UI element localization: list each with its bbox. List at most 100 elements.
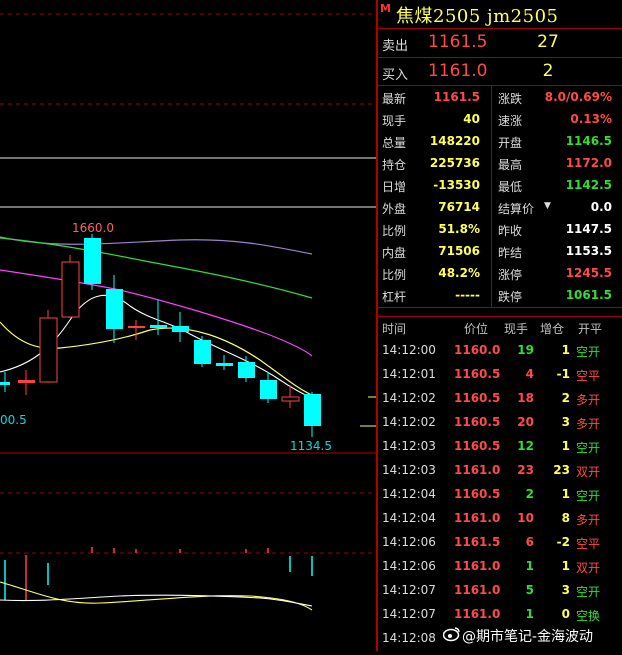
ask-label: 卖出 bbox=[382, 39, 409, 54]
kline-svg: 1660.0 1134.5 00.5 bbox=[0, 13, 376, 611]
ma-line-green bbox=[0, 237, 313, 299]
trade-time: 14:12:02 bbox=[382, 391, 436, 405]
candle bbox=[260, 380, 277, 399]
trade-oi-change: 23 bbox=[553, 463, 570, 477]
trade-oi-change: 1 bbox=[561, 439, 570, 453]
trade-row[interactable]: 14:12:07 1161.0 5 3 空开 bbox=[378, 583, 622, 607]
trade-time: 14:12:06 bbox=[382, 559, 436, 573]
trade-type: 空换 bbox=[576, 609, 601, 623]
trade-row[interactable]: 14:12:06 1161.5 6 -2 空平 bbox=[378, 535, 622, 559]
quote-value: 1142.5 bbox=[565, 178, 612, 192]
trade-volume: 23 bbox=[517, 463, 534, 477]
trade-type: 多开 bbox=[576, 393, 601, 407]
trade-price: 1161.0 bbox=[454, 607, 501, 621]
trade-row[interactable]: 14:12:03 1161.0 23 23 双开 bbox=[378, 463, 622, 487]
trade-row[interactable]: 14:12:04 1160.5 2 1 空开 bbox=[378, 487, 622, 511]
candle bbox=[61, 261, 80, 318]
quote-label: 总量 bbox=[382, 136, 407, 150]
quote-row: 日增 -13530 最低 1142.5 bbox=[378, 175, 622, 197]
candle bbox=[304, 394, 321, 426]
trade-time: 14:12:07 bbox=[382, 583, 436, 597]
trade-oi-change: 1 bbox=[561, 487, 570, 501]
quote-label: 最低 bbox=[498, 180, 523, 194]
quote-label: 外盘 bbox=[382, 202, 407, 216]
contract-title[interactable]: 焦煤2505 jm2505 bbox=[396, 2, 559, 28]
trade-volume: 1 bbox=[525, 607, 534, 621]
trade-oi-change: 3 bbox=[561, 583, 570, 597]
trade-type: 多开 bbox=[576, 417, 601, 431]
quote-row: 外盘 76714 结算价 0.0 ▼ bbox=[378, 197, 622, 219]
trade-oi-change: 1 bbox=[561, 343, 570, 357]
divider bbox=[378, 57, 622, 58]
trade-price: 1161.0 bbox=[454, 559, 501, 573]
trade-row[interactable]: 14:12:03 1160.5 12 1 空开 bbox=[378, 439, 622, 463]
candle bbox=[216, 363, 233, 366]
candle bbox=[150, 325, 167, 328]
quote-row: 总量 148220 开盘 1146.5 bbox=[378, 131, 622, 153]
low-price-label: 1134.5 bbox=[290, 439, 332, 453]
trade-row[interactable]: 14:12:04 1161.0 10 8 多开 bbox=[378, 511, 622, 535]
trade-time: 14:12:08 bbox=[382, 631, 436, 645]
trade-time: 14:12:06 bbox=[382, 535, 436, 549]
trade-price: 1160.5 bbox=[454, 367, 501, 381]
trade-volume: 4 bbox=[525, 367, 534, 381]
trade-oi-change: 0 bbox=[561, 607, 570, 621]
quote-value: 1172.0 bbox=[565, 156, 612, 170]
divider bbox=[378, 28, 622, 29]
trade-volume: 5 bbox=[525, 583, 534, 597]
trade-oi-change: -1 bbox=[556, 367, 570, 381]
trade-row[interactable]: 14:12:02 1160.5 18 2 多开 bbox=[378, 391, 622, 415]
quote-label: 结算价 bbox=[498, 202, 535, 216]
quote-label: 内盘 bbox=[382, 246, 407, 260]
trade-time: 14:12:04 bbox=[382, 511, 436, 525]
quote-row: 比例 48.2% 涨停 1245.5 bbox=[378, 263, 622, 285]
trade-type: 双开 bbox=[576, 465, 601, 479]
trade-volume: 12 bbox=[517, 439, 534, 453]
candle bbox=[0, 382, 10, 385]
trade-type: 空开 bbox=[576, 489, 601, 503]
quote-value: 0.13% bbox=[570, 112, 612, 126]
trade-type: 空平 bbox=[576, 369, 601, 383]
trade-volume: 2 bbox=[525, 487, 534, 501]
quote-row: 持仓 225736 最高 1172.0 bbox=[378, 153, 622, 175]
quote-label: 涨跌 bbox=[498, 92, 523, 106]
candle bbox=[281, 396, 300, 402]
bid-label: 买入 bbox=[382, 68, 409, 83]
quote-value: 40 bbox=[463, 112, 480, 126]
trade-price: 1160.5 bbox=[454, 439, 501, 453]
chevron-down-icon[interactable]: ▼ bbox=[544, 201, 551, 211]
quote-label: 最高 bbox=[498, 158, 523, 172]
quote-label: 昨结 bbox=[498, 246, 523, 260]
trade-time: 14:12:07 bbox=[382, 607, 436, 621]
trade-row[interactable]: 14:12:00 1160.0 19 1 空开 bbox=[378, 343, 622, 367]
header-type: 开平 bbox=[578, 322, 603, 336]
market-badge: M bbox=[380, 2, 391, 15]
trade-row[interactable]: 14:12:06 1161.0 1 1 双开 bbox=[378, 559, 622, 583]
trade-type: 空平 bbox=[576, 537, 601, 551]
high-price-label: 1660.0 bbox=[72, 221, 114, 235]
trade-price: 1160.0 bbox=[454, 343, 501, 357]
trade-row[interactable]: 14:12:01 1160.5 4 -1 空平 bbox=[378, 367, 622, 391]
quote-label: 昨收 bbox=[498, 224, 523, 238]
trade-row[interactable]: 14:12:02 1160.5 20 3 多开 bbox=[378, 415, 622, 439]
trade-oi-change: 8 bbox=[561, 511, 570, 525]
quote-value: 48.2% bbox=[438, 266, 480, 280]
trade-oi-change: -2 bbox=[556, 535, 570, 549]
quote-label: 跌停 bbox=[498, 290, 523, 304]
trade-time: 14:12:00 bbox=[382, 343, 436, 357]
divider bbox=[378, 316, 622, 317]
ask-volume: 27 bbox=[537, 32, 559, 52]
quote-label: 日增 bbox=[382, 180, 407, 194]
quote-label: 现手 bbox=[382, 114, 407, 128]
quote-row: 内盘 71506 昨结 1153.5 bbox=[378, 241, 622, 263]
header-volume: 现手 bbox=[504, 322, 529, 336]
quote-panel: M 焦煤2505 jm2505 卖出 1161.5 27 买入 1161.0 2… bbox=[378, 0, 622, 651]
quote-value: 0.0 bbox=[590, 200, 612, 214]
candle bbox=[128, 326, 145, 328]
kline-chart[interactable]: 1660.0 1134.5 00.5 bbox=[0, 0, 376, 651]
quote-row: 比例 51.8% 昨收 1147.5 bbox=[378, 219, 622, 241]
trade-oi-change: 1 bbox=[561, 559, 570, 573]
trade-volume: 10 bbox=[517, 511, 534, 525]
divider bbox=[378, 307, 622, 308]
quote-value: 51.8% bbox=[438, 222, 480, 236]
